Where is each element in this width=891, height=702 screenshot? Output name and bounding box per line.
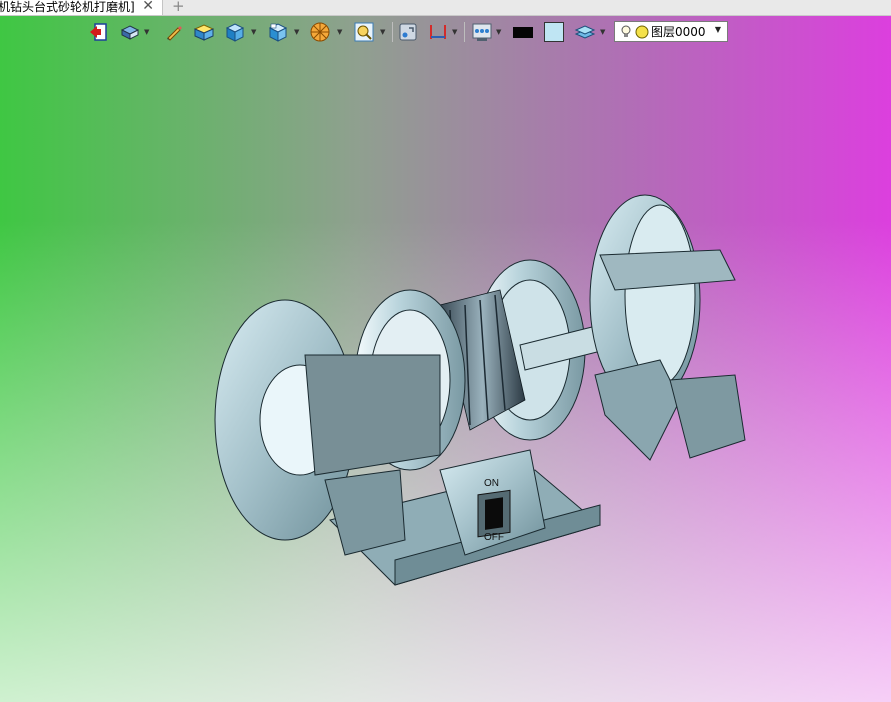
switch-on-label: ON <box>484 478 499 489</box>
right-wheel-guard <box>589 194 746 461</box>
bench-grinder-model[interactable]: ON OFF <box>0 0 891 702</box>
switch-off-label: OFF <box>484 532 504 543</box>
